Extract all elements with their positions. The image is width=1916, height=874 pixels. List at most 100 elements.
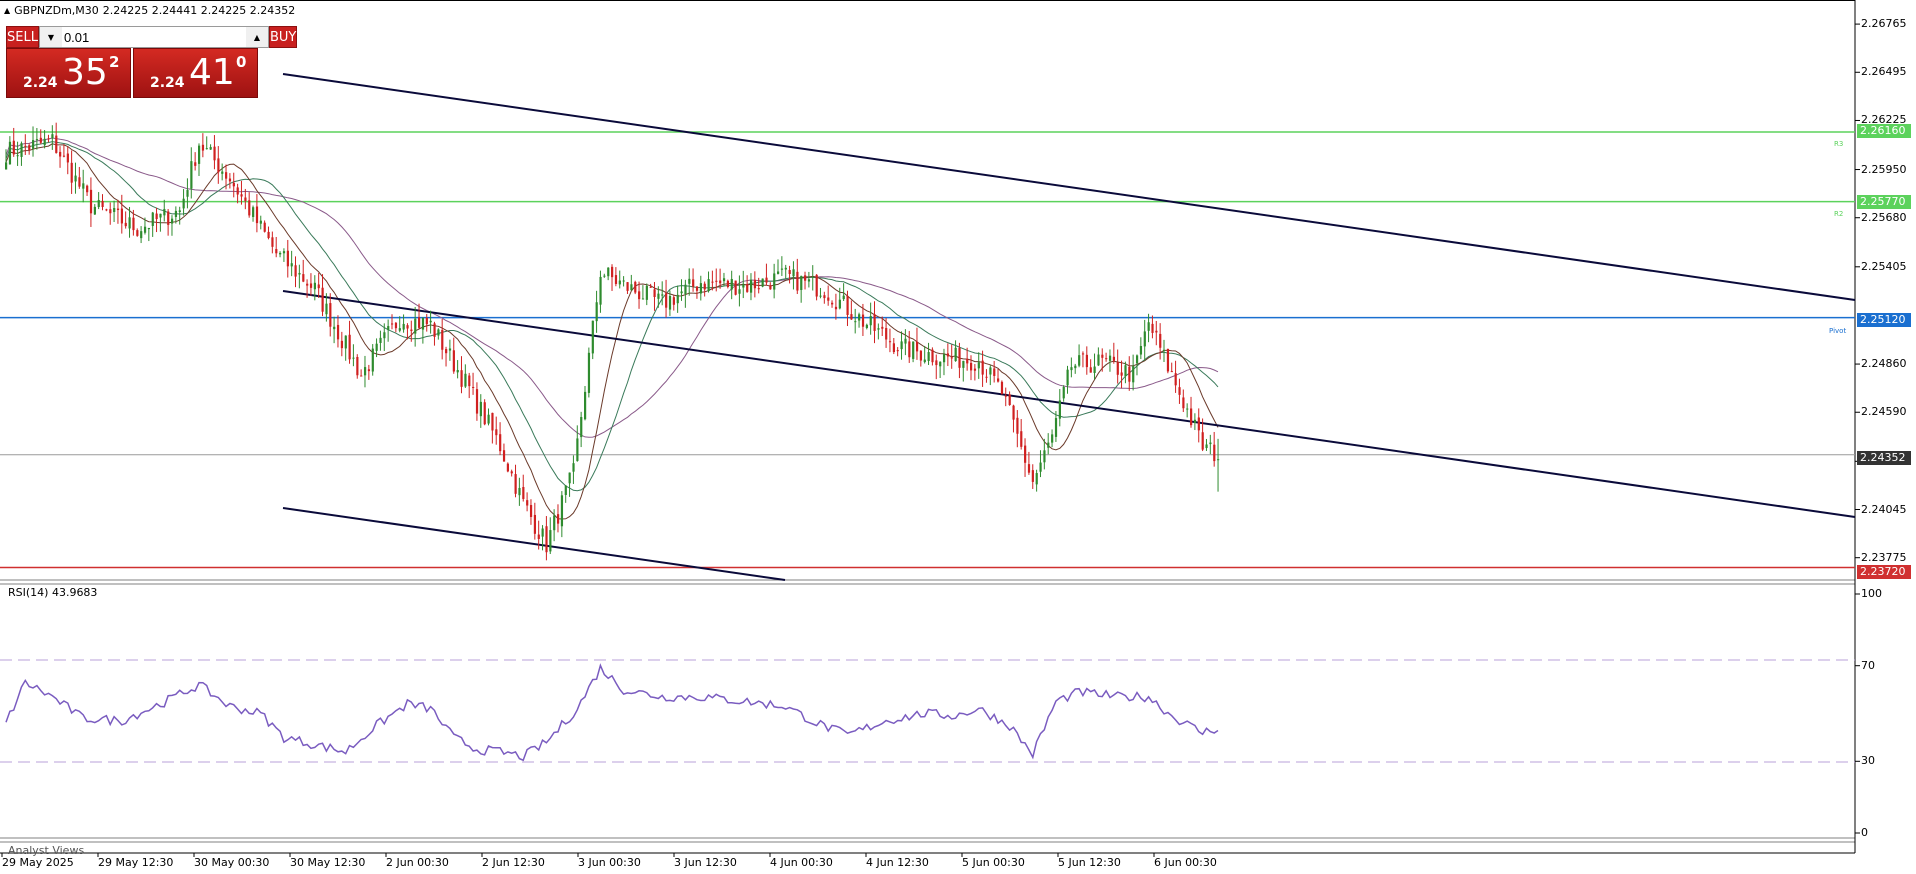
candle-body [101,200,104,207]
candle-body [587,352,591,393]
candle-body [568,472,571,484]
candle-body [765,277,768,283]
candle-body [309,283,313,288]
candle-body [939,361,942,367]
sell-price-pips: 35 [62,52,108,93]
candle-body [715,280,718,282]
buy-price-button[interactable]: 2.24 41 0 [133,48,258,98]
time-axis-label: 29 May 12:30 [98,856,174,869]
rsi-label-text: RSI(14) 43.9683 [8,586,98,599]
candle-body [209,147,212,150]
candle-body [506,463,509,472]
candle-body [491,412,494,431]
candle-body [970,362,973,371]
candle-body [626,282,629,291]
price-tick-label: 2.23775 [1861,550,1907,564]
candle-body [688,278,691,284]
candle-body [641,298,645,300]
candle-body [904,338,907,344]
candle-body [143,226,147,233]
candle-body [773,273,776,290]
symbol-label: GBPNZDm,M30 [14,4,99,17]
candle-body [252,207,255,217]
candle-body [946,353,950,357]
candle-body [356,357,359,376]
price-tick-label: 2.24860 [1861,357,1907,371]
candle-body [325,303,328,315]
candle-body [923,359,926,363]
candle-body [267,231,270,239]
candle-body [1085,354,1088,368]
candle-body [1062,387,1065,399]
candle-body [190,161,193,189]
candle-body [116,208,120,211]
candle-body [472,386,475,388]
candle-body [495,429,498,436]
time-axis-label: 29 May 2025 [2,856,74,869]
candle-body [136,230,139,236]
candle-body [502,450,506,462]
lot-size-stepper[interactable]: ▼ ▲ [38,26,269,48]
chart-canvas[interactable]: R3 R2 Pivot [0,0,1916,874]
candle-body [931,349,934,363]
r2-line-label: R2 [1834,210,1843,218]
lot-decrease-icon[interactable]: ▼ [39,27,62,47]
lot-size-input[interactable] [61,27,246,47]
candle-body [421,317,425,330]
sell-button[interactable]: SELL [6,26,39,48]
candle-body [846,295,849,315]
support-price-tag: 2.23720 [1857,565,1911,579]
candle-body [170,218,174,224]
time-axis-label: 2 Jun 00:30 [386,856,449,869]
candle-body [1000,381,1004,394]
candle-body [1020,431,1023,447]
price-tick-label: 2.24590 [1861,405,1907,419]
candle-body [1124,365,1127,377]
candle-body [622,280,625,282]
candle-body [1078,355,1081,366]
price-tick-label: 2.25950 [1861,162,1907,176]
lot-increase-icon[interactable]: ▲ [245,27,268,47]
candle-body [638,291,641,300]
candle-body [522,487,525,499]
rsi-line [5,663,1219,762]
candle-body [348,334,351,360]
candle-body [529,505,533,517]
candle-body [475,389,479,414]
candle-body [861,314,865,327]
candle-body [5,162,8,170]
candle-body [1128,366,1131,382]
triangle-up-icon[interactable]: ▲ [4,4,10,17]
channel-middle-line[interactable] [282,290,1856,518]
candle-body [831,302,834,305]
candle-body [186,190,189,197]
time-axis[interactable]: 29 May 2025 29 May 12:30 30 May 00:30 30 Ma… [0,853,1855,874]
price-axis[interactable]: 2.26765 2.26495 2.26225 2.25950 2.25680 2.254… [1855,0,1916,874]
rsi-tick-label: 70 [1861,658,1875,672]
candle-body [784,267,787,270]
candle-body [1178,387,1181,395]
price-tick-label: 2.25680 [1861,210,1907,224]
candle-body [780,268,784,270]
candle-body [788,270,791,274]
candle-body [892,343,895,353]
sell-price-button[interactable]: 2.24 35 2 [6,48,131,98]
candle-body [429,320,432,323]
candle-body [205,148,208,150]
candle-body [452,350,455,372]
candle-body [1112,356,1116,361]
candle-body [807,279,811,282]
candle-body [919,350,923,361]
candle-body [645,285,648,300]
candle-body [225,172,228,179]
candle-body [1031,470,1034,482]
candle-body [665,293,668,308]
candle-body [942,354,946,363]
candle-body [479,401,482,417]
candle-body [572,463,575,472]
candle-body [282,251,286,254]
candle-body [24,145,27,147]
candle-body [499,434,502,452]
channel-upper-line[interactable] [282,73,1856,301]
buy-button[interactable]: BUY [268,26,298,48]
